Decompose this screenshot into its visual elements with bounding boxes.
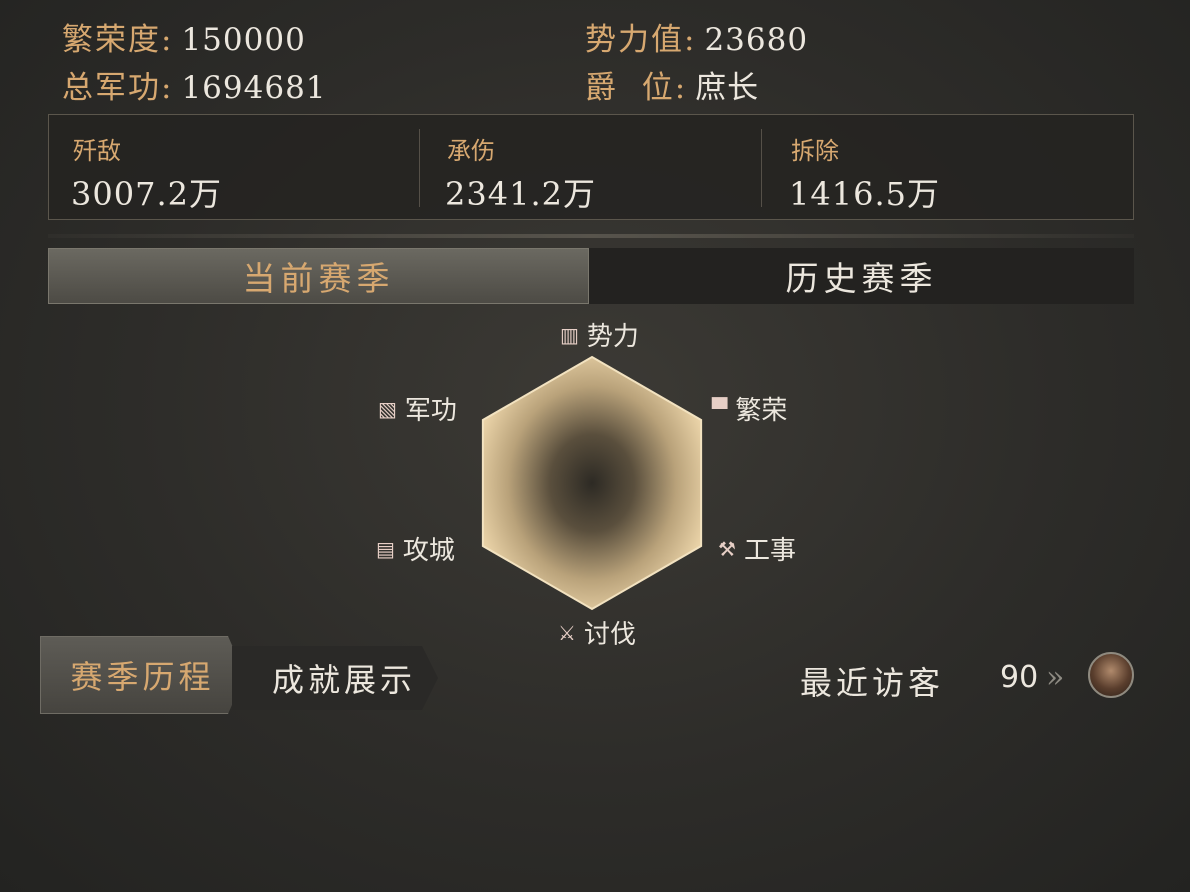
season-radar-chart — [481, 355, 703, 611]
achievements-button[interactable]: 成就展示 — [232, 646, 438, 710]
crossed-swords-icon: ⚔ — [558, 620, 576, 645]
axis-crusade-label: 讨伐 — [583, 620, 636, 650]
demolish-value: 1416.5万 — [789, 175, 940, 213]
season-tabs: 当前赛季 历史赛季 — [48, 248, 1134, 304]
prosperity-value: 150000 — [181, 22, 306, 58]
axis-power: ▥ 势力 — [560, 316, 639, 353]
axis-fortification-label: 工事 — [743, 536, 796, 566]
axis-siege: ▤ 攻城 — [376, 530, 455, 567]
hammer-icon: ⚒ — [718, 536, 736, 561]
axis-merit: ▧ 军功 — [378, 390, 457, 427]
map-icon: ▧ — [378, 396, 397, 421]
kills-value: 3007.2万 — [71, 175, 222, 213]
season-progress-button[interactable]: 赛季历程 — [40, 636, 245, 714]
divider — [761, 129, 762, 207]
merit-value: 1694681 — [181, 70, 327, 106]
separator-line — [48, 234, 1134, 238]
house-icon: ▀ — [712, 396, 728, 421]
scroll-icon: ▥ — [560, 322, 579, 347]
kills-cell: 歼敌 3007.2万 — [49, 115, 419, 219]
power-stat: 势力值: 23680 — [585, 14, 808, 59]
visitor-avatar[interactable] — [1088, 652, 1134, 698]
rank-label: 爵 位: — [585, 70, 688, 106]
rank-stat: 爵 位: 庶长 — [585, 62, 759, 107]
damage-taken-cell: 承伤 2341.2万 — [423, 115, 763, 219]
axis-fortification: ⚒ 工事 — [718, 530, 796, 567]
axis-merit-label: 军功 — [404, 396, 457, 426]
merit-stat: 总军功: 1694681 — [62, 62, 327, 107]
axis-prosperity-label: 繁荣 — [735, 396, 788, 426]
damage-taken-value: 2341.2万 — [445, 175, 596, 213]
wall-icon: ▤ — [376, 536, 395, 561]
power-label: 势力值: — [585, 22, 697, 58]
axis-crusade: ⚔ 讨伐 — [558, 614, 636, 651]
damage-taken-label: 承伤 — [447, 137, 495, 165]
recent-visitors-label: 最近访客 — [800, 664, 945, 702]
axis-prosperity: ▀ 繁荣 — [712, 390, 787, 427]
prosperity-label: 繁荣度: — [62, 22, 174, 58]
axis-siege-label: 攻城 — [402, 536, 455, 566]
divider — [419, 129, 420, 207]
double-chevron-right-icon[interactable]: » — [1046, 660, 1064, 695]
battle-summary-panel: 歼敌 3007.2万 承伤 2341.2万 拆除 1416.5万 — [48, 114, 1134, 220]
power-value: 23680 — [704, 22, 809, 58]
kills-label: 歼敌 — [73, 137, 121, 165]
visitor-count: 90 — [1000, 660, 1039, 695]
demolish-cell: 拆除 1416.5万 — [767, 115, 1127, 219]
tab-current-season[interactable]: 当前赛季 — [48, 248, 589, 304]
tab-history-season[interactable]: 历史赛季 — [589, 248, 1134, 304]
rank-value: 庶长 — [695, 70, 760, 106]
prosperity-stat: 繁荣度: 150000 — [62, 14, 306, 59]
demolish-label: 拆除 — [791, 137, 839, 165]
radar-value-polygon — [481, 355, 703, 611]
merit-label: 总军功: — [62, 70, 174, 106]
axis-power-label: 势力 — [586, 322, 639, 352]
